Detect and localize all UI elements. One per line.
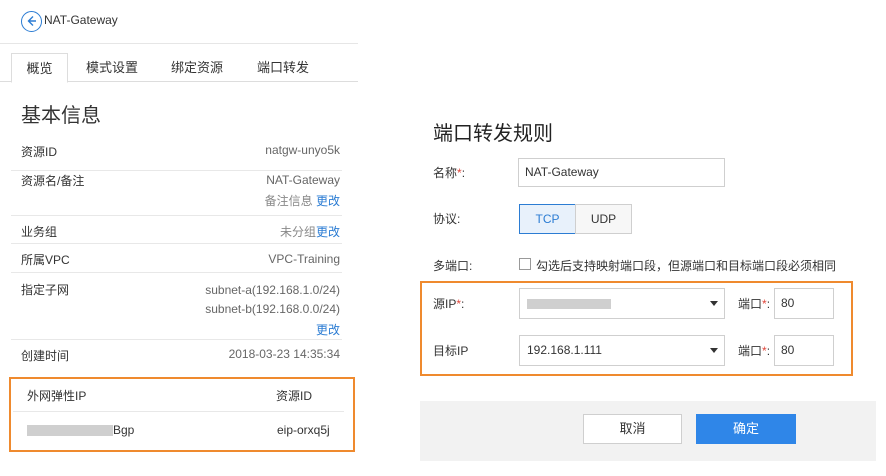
gateway-detail-panel: NAT-Gateway 概览 模式设置 绑定资源 端口转发 基本信息 资源ID … (0, 0, 358, 476)
name-label-text: 名称 (433, 166, 458, 180)
destination-port-input[interactable]: 80 (774, 335, 834, 366)
info-row-subnet: 指定子网 subnet-a(192.168.1.0/24) subnet-b(1… (11, 273, 342, 340)
source-port-label-text: 端口 (738, 297, 763, 311)
multi-port-checkbox[interactable] (519, 258, 531, 270)
top-bar: NAT-Gateway (0, 0, 358, 44)
required-mark: * (456, 297, 462, 311)
source-port-label: 端口*: (738, 297, 771, 311)
info-row-resource-id: 资源ID natgw-unyo5k (11, 142, 342, 171)
table-row[interactable]: Bgp eip-orxq5j (13, 412, 344, 448)
subnet-b-value: subnet-b(192.168.0.0/24) (205, 302, 340, 316)
vpc-value: VPC-Training (268, 252, 340, 266)
multi-port-hint: 勾选后支持映射端口段，但源端口和目标端口段必须相同 (536, 259, 837, 273)
page-title: NAT-Gateway (44, 13, 118, 27)
resource-id-column-header: 资源ID (276, 389, 313, 403)
destination-port-label-text: 端口 (738, 344, 763, 358)
source-port-input[interactable]: 80 (774, 288, 834, 319)
chevron-down-icon (710, 348, 718, 353)
edit-group-link[interactable]: 更改 (316, 225, 340, 239)
tab-port-forwarding[interactable]: 端口转发 (249, 53, 317, 82)
source-ip-label-text: 源IP (433, 297, 457, 311)
forward-rule-box: 源IP*: 端口*: 80 目标IP 192.168.1.111 端口*: 80 (420, 281, 853, 376)
info-row-created: 创建时间 2018-03-23 14:35:34 (11, 340, 342, 368)
eip-line-type: Bgp (113, 423, 135, 437)
edit-note-link[interactable]: 更改 (316, 194, 340, 208)
destination-port-label: 端口*: (738, 344, 771, 358)
dialog-footer: 取消 确定 (420, 401, 876, 461)
destination-ip-select[interactable]: 192.168.1.111 (519, 335, 725, 366)
name-value: NAT-Gateway (266, 173, 340, 187)
tab-bound-resources[interactable]: 绑定资源 (163, 53, 231, 82)
subnet-a-value: subnet-a(192.168.1.0/24) (205, 283, 340, 297)
info-row-name-note: 资源名/备注 NAT-Gateway 备注信息 更改 (11, 171, 342, 216)
business-group-label: 业务组 (21, 225, 58, 239)
cancel-button[interactable]: 取消 (583, 414, 682, 444)
edit-subnet-link[interactable]: 更改 (316, 321, 340, 338)
resource-id-value: natgw-unyo5k (265, 143, 340, 157)
eip-table: 外网弹性IP 资源ID Bgp eip-orxq5j (9, 377, 355, 452)
name-input[interactable]: NAT-Gateway (518, 158, 725, 187)
eip-value: Bgp (27, 423, 134, 437)
multi-port-label: 多端口: (433, 259, 473, 273)
protocol-tcp-button[interactable]: TCP (519, 204, 576, 234)
name-field-label: 名称*: (433, 166, 466, 180)
tab-bar: 概览 模式设置 绑定资源 端口转发 (0, 53, 358, 83)
info-row-vpc: 所属VPC VPC-Training (11, 244, 342, 273)
created-label: 创建时间 (21, 349, 70, 363)
eip-column-header: 外网弹性IP (27, 389, 87, 403)
destination-ip-value: 192.168.1.111 (527, 343, 602, 357)
back-arrow-icon[interactable] (21, 11, 42, 32)
protocol-udp-button[interactable]: UDP (575, 204, 632, 234)
note-text: 备注信息 (264, 194, 313, 208)
name-note-label: 资源名/备注 (21, 174, 85, 188)
required-mark: * (457, 166, 462, 180)
info-row-business-group: 业务组 未分组更改 (11, 216, 342, 244)
vpc-label: 所属VPC (21, 253, 70, 267)
tab-mode-settings[interactable]: 模式设置 (78, 53, 146, 82)
created-value: 2018-03-23 14:35:34 (228, 347, 340, 361)
tab-overview[interactable]: 概览 (11, 53, 68, 83)
protocol-label: 协议: (433, 212, 461, 226)
note-line: 备注信息 更改 (265, 192, 340, 209)
redacted-source-ip (527, 298, 611, 309)
subnet-label: 指定子网 (21, 283, 70, 297)
eip-resource-id: eip-orxq5j (277, 423, 330, 437)
destination-ip-label: 目标IP (433, 344, 469, 358)
chevron-down-icon (710, 301, 718, 306)
resource-id-label: 资源ID (21, 145, 58, 159)
required-mark: * (762, 344, 767, 358)
business-group-value: 未分组 (279, 225, 316, 239)
source-ip-select[interactable] (519, 288, 725, 319)
port-forward-title: 端口转发规则 (433, 123, 553, 145)
required-mark: * (762, 297, 767, 311)
redacted-ip (27, 425, 113, 437)
confirm-button[interactable]: 确定 (696, 414, 796, 444)
business-group-line: 未分组更改 (280, 223, 340, 240)
source-ip-label: 源IP*: (433, 297, 465, 311)
basic-info-title: 基本信息 (21, 105, 101, 127)
eip-table-header: 外网弹性IP 资源ID (13, 379, 344, 412)
